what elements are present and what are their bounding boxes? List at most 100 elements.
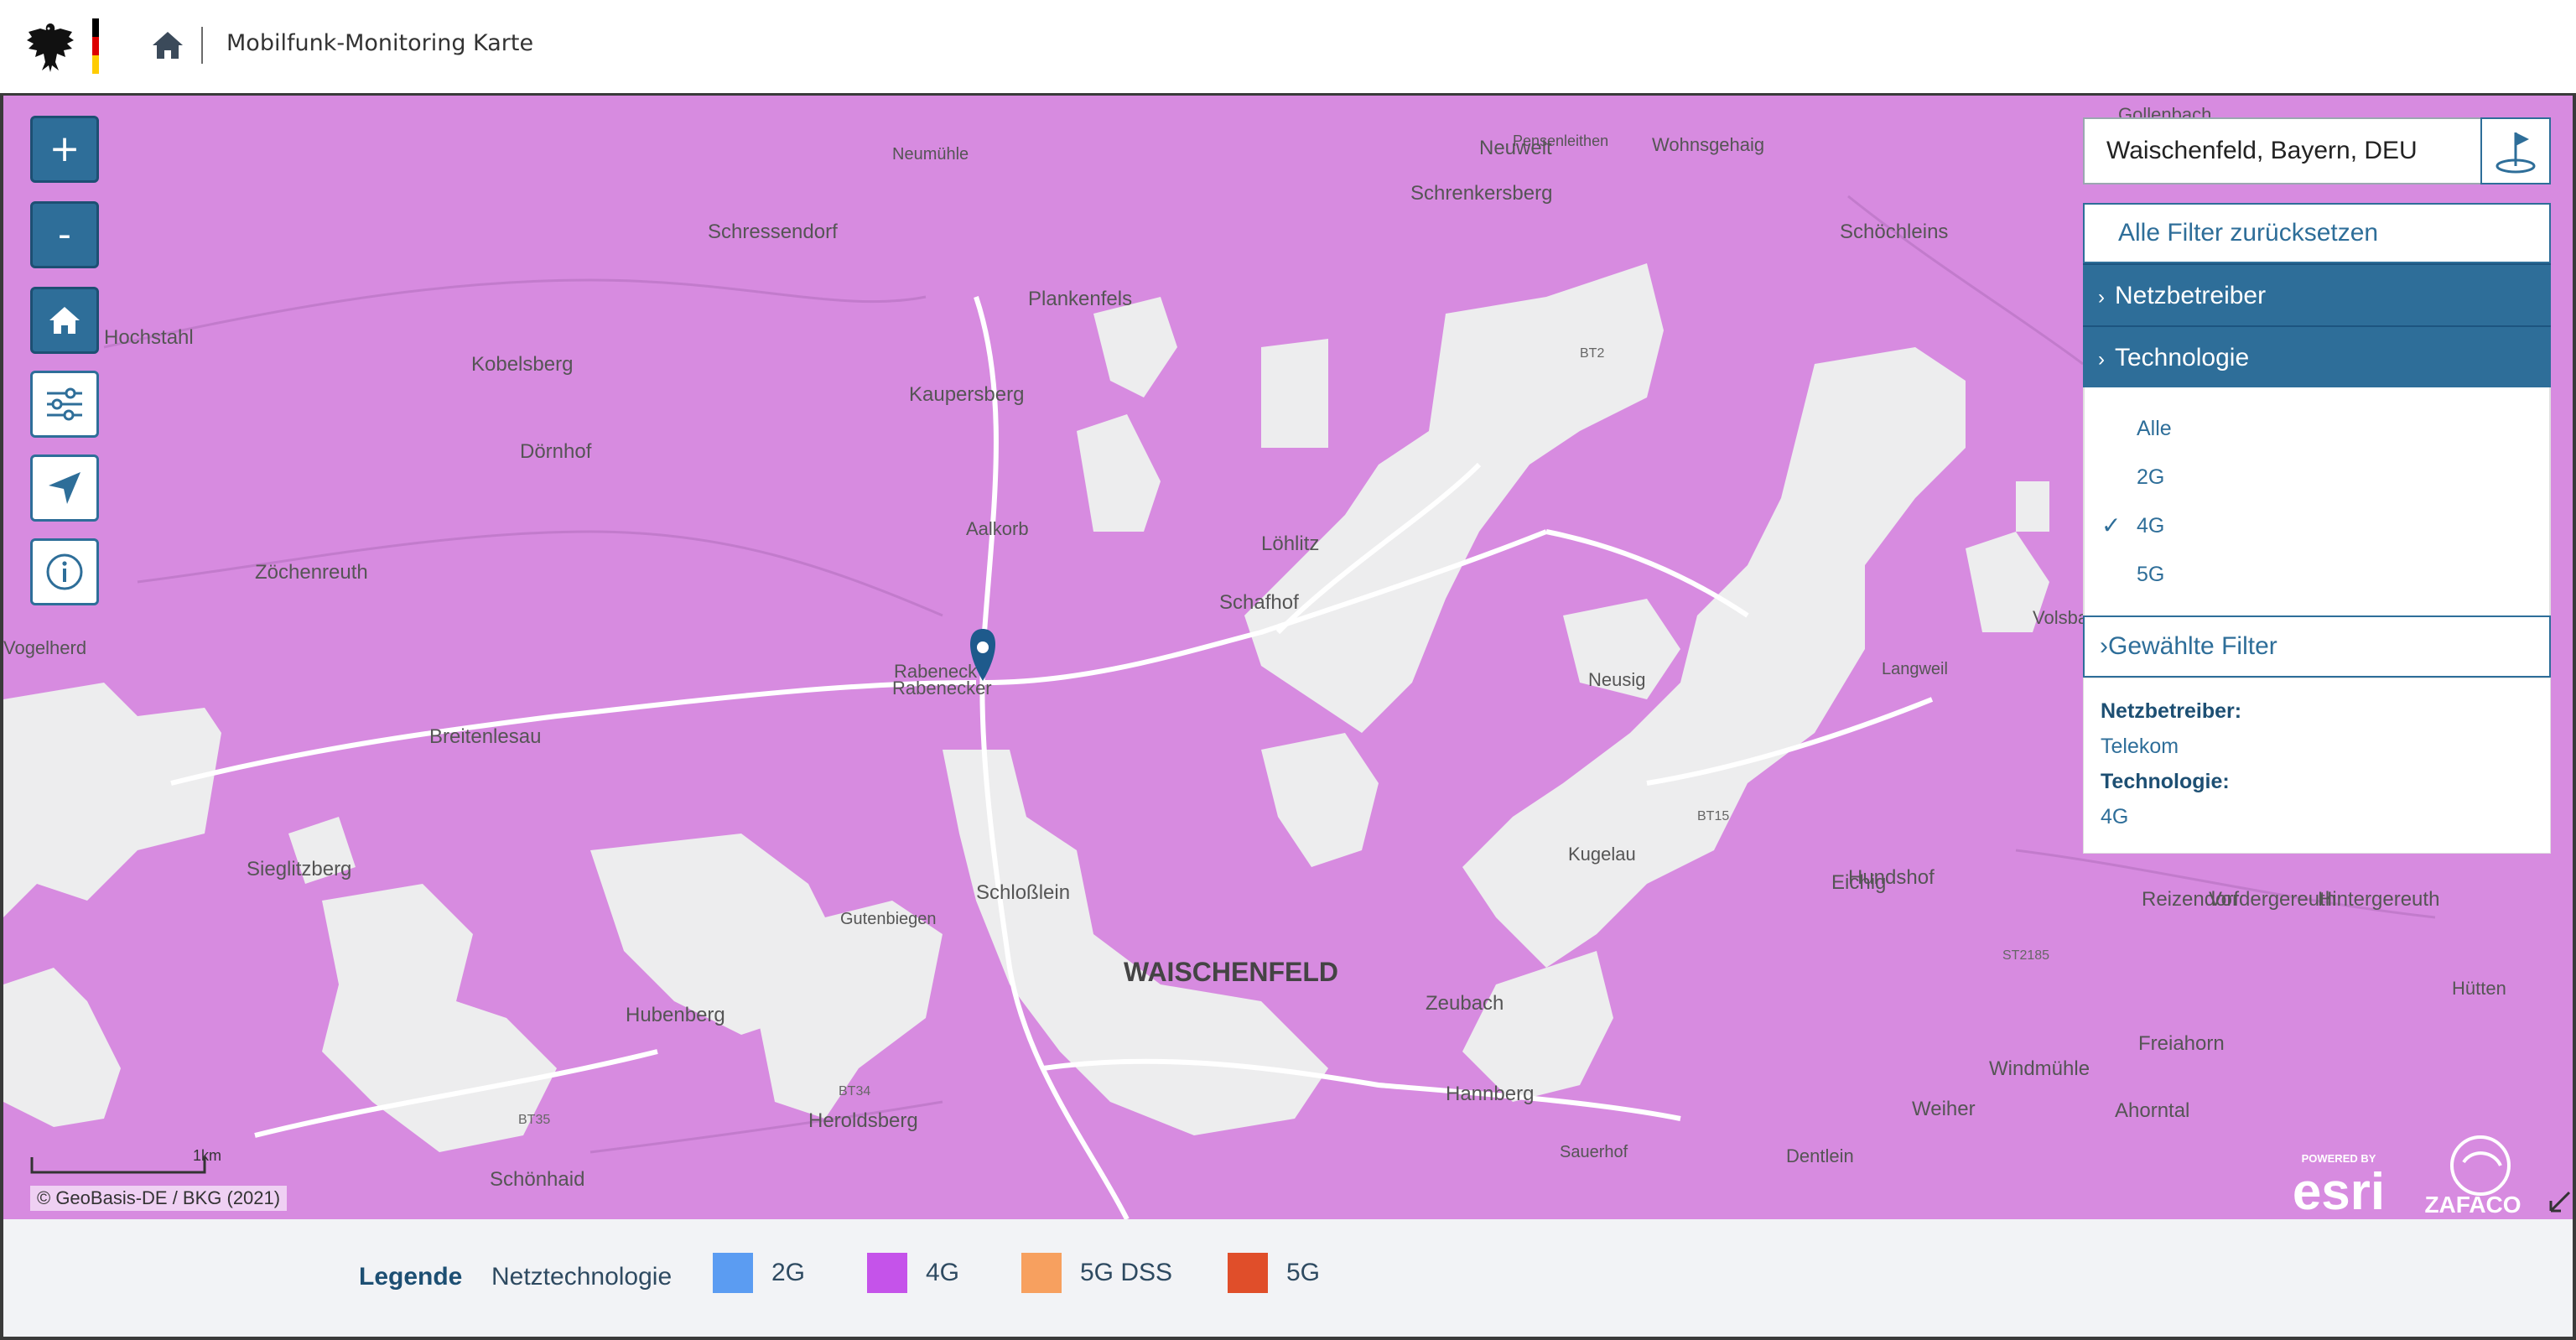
place-label: Kobelsberg [471,353,573,376]
place-label: Schöchleins [1840,221,1948,243]
place-label: Dörnhof [520,440,592,463]
federal-eagle-logo [27,23,74,72]
home-icon [49,307,80,334]
legend-item-2g: 2G [713,1253,805,1293]
place-label: Plankenfels [1028,288,1132,310]
legend-swatch [1021,1253,1062,1293]
technology-option-label: 2G [2137,465,2165,489]
place-label: Hochstahl [104,326,194,349]
place-label: Gutenbiegen [840,910,937,928]
legend-label: 5G DSS [1080,1259,1173,1286]
accordion-technology[interactable]: › Technologie [2083,325,2551,387]
legend-subtitle: Netztechnologie [491,1263,673,1291]
flag-stripe-black [92,18,99,37]
filter-button[interactable] [30,371,99,438]
selected-filters-header[interactable]: ›Gewählte Filter [2083,615,2551,678]
place-label: Sauerhof [1560,1143,1628,1161]
page-title: Mobilfunk-Monitoring Karte [226,30,534,56]
road-label: BT34 [839,1084,870,1098]
place-label: Schrenkersberg [1410,182,1552,205]
place-label: Schafhof [1219,591,1299,614]
place-label: Hütten [2452,978,2506,999]
road-label: ST2185 [2002,948,2049,963]
place-label: Hintergereuth [2318,888,2439,911]
place-label: Zöchenreuth [255,561,368,584]
flag-stripe-red [92,37,99,55]
place-label: Langweil [1882,660,1948,678]
place-label: Wohnsgehaig [1652,134,1764,155]
map-attribution: © GeoBasis-DE / BKG (2021) [30,1186,288,1211]
zoom-in-button[interactable]: + [30,116,99,183]
home-extent-button[interactable] [30,287,99,354]
place-label: Ahorntal [2115,1099,2189,1122]
road-label: BT35 [518,1113,550,1127]
selected-operator-key: Netzbetreiber: [2101,699,2242,723]
legend-item-4g: 4G [867,1253,959,1293]
technology-option-alle[interactable]: Alle [2085,404,2549,453]
technology-option-4g[interactable]: ✓ 4G [2085,501,2549,550]
app-header: Mobilfunk-Monitoring Karte [0,0,2576,96]
place-label: Hubenberg [626,1004,725,1026]
place-label: WAISCHENFELD [1124,957,1338,987]
technology-option-label: 5G [2137,563,2165,586]
info-button[interactable] [30,538,99,605]
place-label: Sieglitzberg [247,858,351,880]
place-label: Schloßlein [976,881,1070,904]
place-label: Pensenleithen [1513,132,1608,149]
place-label: Vogelherd [3,637,86,658]
place-label: Kugelau [1568,844,1636,865]
legend-item-5g: 5G [1228,1253,1320,1293]
road-label: BT2 [1580,346,1604,361]
selected-filters-summary: Netzbetreiber: Telekom Technologie: 4G [2083,678,2551,854]
map-view[interactable]: Neumühle Schressendorf Plankenfels Hochstah… [0,96,2576,1219]
place-label: Weiher [1912,1098,1976,1120]
place-label: Neusig [1588,669,1645,690]
place-label: Neumühle [892,145,969,164]
german-flag [92,18,99,74]
legend-swatch [867,1253,907,1293]
home-icon[interactable] [151,30,184,60]
place-label: Windmühle [1989,1057,2090,1080]
locate-button[interactable] [30,454,99,522]
header-divider [201,27,203,64]
technology-option-label: 4G [2137,514,2165,538]
place-label: Freiahorn [2138,1032,2225,1055]
legend-swatch [1228,1253,1268,1293]
zoom-out-button[interactable]: - [30,201,99,268]
zoom-in-label: + [49,127,80,170]
place-label: Dentlein [1786,1145,1854,1166]
location-flag-icon [2496,132,2536,174]
legend-title: Legende [359,1263,463,1291]
legend-label: 5G [1286,1259,1321,1286]
flag-stripe-gold [92,55,99,74]
svg-text:ZAFACO: ZAFACO [2424,1192,2521,1218]
place-label: Schönhaid [490,1168,584,1191]
filter-panel: Alle Filter zurücksetzen › Netzbetreiber … [2083,203,2551,854]
navigation-arrow-icon [49,472,80,504]
road-label: BT15 [1697,809,1729,823]
selected-technology-key: Technologie: [2101,770,2230,793]
technology-option-2g[interactable]: 2G [2085,453,2549,501]
scale-label: 1km [193,1147,222,1164]
reset-filters-button[interactable]: Alle Filter zurücksetzen [2083,203,2551,263]
technology-option-5g[interactable]: 5G [2085,550,2549,599]
search-location-button[interactable] [2480,117,2551,184]
search-input[interactable] [2085,119,2482,183]
accordion-technology-label: Technologie [2115,344,2250,371]
place-label: Zeubach [1426,992,1504,1015]
info-icon [46,553,83,590]
expand-icon[interactable] [2547,1189,2573,1214]
gap-north-b [1261,339,1328,448]
svg-text:esri: esri [2293,1163,2385,1219]
search-box[interactable] [2083,117,2485,184]
place-label: Rabeneck [894,661,978,682]
sliders-icon [47,387,82,421]
chevron-right-icon: › [2098,286,2105,309]
technology-options: Alle 2G ✓ 4G 5G [2083,387,2551,615]
accordion-operator[interactable]: › Netzbetreiber [2083,263,2551,325]
accordion-operator-label: Netzbetreiber [2115,282,2267,309]
chevron-right-icon: › [2100,632,2108,660]
legend-swatch [713,1253,753,1293]
zoom-out-label: - [58,213,71,256]
place-label: Löhlitz [1261,532,1319,555]
